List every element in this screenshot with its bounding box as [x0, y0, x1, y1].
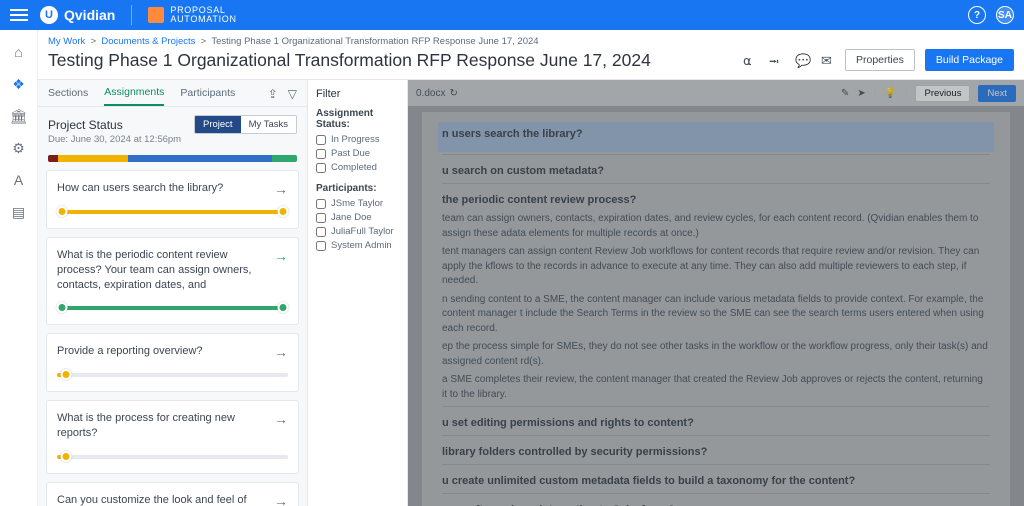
arrow-right-icon: → — [274, 344, 288, 360]
checkbox[interactable] — [316, 163, 326, 173]
crumb-current: Testing Phase 1 Organizational Transform… — [211, 36, 538, 47]
doc-question: u create unlimited custom metadata field… — [442, 475, 990, 487]
checkbox[interactable] — [316, 241, 326, 251]
checkbox[interactable] — [316, 227, 326, 237]
card-progress — [57, 455, 288, 459]
library-icon[interactable]: 🏛 — [11, 108, 27, 124]
home-icon[interactable]: ⌂ — [11, 44, 27, 60]
card-question: Provide a reporting overview? — [57, 344, 288, 359]
edit-icon[interactable]: ✎ — [841, 88, 849, 99]
mail-icon[interactable]: ✉ — [821, 53, 835, 67]
assignment-card[interactable]: →How can users search the library? — [46, 170, 299, 229]
checkbox[interactable] — [316, 199, 326, 209]
menu-toggle[interactable] — [10, 9, 28, 21]
doc-answer: team can assign owners, contacts, expira… — [442, 212, 990, 241]
filter-option-label: Jane Doe — [331, 212, 372, 223]
doc-question: u search on custom metadata? — [442, 165, 990, 177]
filter-option[interactable]: Past Due — [316, 148, 399, 159]
person-icon[interactable]: ⍺ — [743, 53, 757, 67]
bulb-icon[interactable]: 💡 — [884, 88, 896, 99]
filter-option-label: Past Due — [331, 148, 370, 159]
filter-option[interactable]: JuliaFull Taylor — [316, 226, 399, 237]
card-question: Can you customize the look and feel of r… — [57, 493, 288, 506]
doc-icon[interactable]: ▤ — [11, 204, 27, 220]
seg-mytasks[interactable]: My Tasks — [241, 116, 296, 133]
arrow-right-icon: → — [274, 248, 288, 264]
help-icon[interactable]: ? — [968, 6, 986, 24]
doc-filename: 0.docx ↻ — [416, 88, 458, 99]
arrow-right-icon: → — [274, 181, 288, 197]
filter-option-label: JuliaFull Taylor — [331, 226, 394, 237]
doc-answer: a SME completes their review, the conten… — [442, 373, 990, 402]
filter-participants-header: Participants: — [316, 183, 399, 194]
arrow-right-icon: → — [274, 493, 288, 506]
page-title: Testing Phase 1 Organizational Transform… — [48, 50, 733, 71]
brand-logo-icon: U — [40, 6, 58, 24]
avatar[interactable]: SA — [996, 6, 1014, 24]
next-button[interactable]: Next — [978, 85, 1016, 102]
filter-title: Filter — [316, 88, 399, 100]
doc-answer: tent managers can assign content Review … — [442, 245, 990, 289]
brand-name: Qvidian — [64, 7, 115, 23]
arrow-right-icon: → — [274, 411, 288, 427]
checkbox[interactable] — [316, 149, 326, 159]
scope-toggle[interactable]: Project My Tasks — [194, 115, 297, 134]
settings-icon[interactable]: ⚙ — [11, 140, 27, 156]
filter-option[interactable]: Jane Doe — [316, 212, 399, 223]
filter-option[interactable]: System Admin — [316, 240, 399, 251]
assignment-card[interactable]: →Can you customize the look and feel of … — [46, 482, 299, 506]
share-icon[interactable]: ⇪ — [268, 87, 278, 101]
assignment-card[interactable]: →What is the periodic content review pro… — [46, 237, 299, 326]
automation-icon — [148, 7, 164, 23]
previous-button[interactable]: Previous — [915, 85, 970, 102]
filter-option-label: JSme Taylor — [331, 198, 383, 209]
filter-option[interactable]: Completed — [316, 162, 399, 173]
card-progress — [57, 373, 288, 377]
breadcrumb: My Work > Documents & Projects > Testing… — [38, 30, 1024, 49]
card-progress — [57, 306, 288, 310]
filter-option[interactable]: In Progress — [316, 134, 399, 145]
left-rail: ⌂ ❖ 🏛 ⚙ A ▤ — [0, 30, 38, 506]
project-status-title: Project Status — [48, 118, 186, 132]
filter-status-header: Assignment Status: — [316, 108, 399, 130]
filter-option-label: In Progress — [331, 134, 380, 145]
assignment-card[interactable]: →Provide a reporting overview? — [46, 333, 299, 392]
build-package-button[interactable]: Build Package — [925, 49, 1014, 71]
properties-button[interactable]: Properties — [845, 49, 915, 71]
filter-option-label: Completed — [331, 162, 377, 173]
card-question: What is the periodic content review proc… — [57, 248, 288, 293]
filter-option[interactable]: JSme Taylor — [316, 198, 399, 209]
doc-question: n users search the library? — [442, 128, 990, 140]
tab-assignments[interactable]: Assignments — [104, 86, 164, 106]
doc-question: library folders controlled by security p… — [442, 446, 990, 458]
text-icon[interactable]: A — [11, 172, 27, 188]
comment-icon[interactable]: 💬 — [795, 53, 809, 67]
layers-icon[interactable]: ❖ — [11, 76, 27, 92]
filter-icon[interactable]: ▽ — [288, 87, 297, 101]
project-due: Due: June 30, 2024 at 12:56pm — [48, 134, 297, 145]
filter-option-label: System Admin — [331, 240, 392, 251]
brand: U Qvidian PROPOSAL AUTOMATION — [40, 5, 237, 25]
crumb-mywork[interactable]: My Work — [48, 36, 85, 47]
doc-answer: ep the process simple for SMEs, they do … — [442, 340, 990, 369]
tab-sections[interactable]: Sections — [48, 87, 88, 105]
crumb-docs[interactable]: Documents & Projects — [101, 36, 195, 47]
doc-question: the periodic content review process? — [442, 194, 990, 206]
send-icon[interactable]: ➤ — [857, 88, 865, 99]
project-progress — [48, 155, 297, 162]
doc-question: u set editing permissions and rights to … — [442, 417, 990, 429]
checkbox[interactable] — [316, 213, 326, 223]
seg-project[interactable]: Project — [195, 116, 241, 133]
refresh-icon[interactable]: ↻ — [449, 88, 457, 99]
card-question: What is the process for creating new rep… — [57, 411, 288, 441]
card-progress — [57, 210, 288, 214]
checkbox[interactable] — [316, 135, 326, 145]
assignment-card[interactable]: →What is the process for creating new re… — [46, 400, 299, 474]
card-question: How can users search the library? — [57, 181, 288, 196]
doc-answer: n sending content to a SME, the content … — [442, 293, 990, 337]
tab-participants[interactable]: Participants — [180, 87, 235, 105]
chart-icon[interactable]: ⭲ — [769, 53, 783, 67]
brand-sub-2: AUTOMATION — [170, 15, 236, 24]
